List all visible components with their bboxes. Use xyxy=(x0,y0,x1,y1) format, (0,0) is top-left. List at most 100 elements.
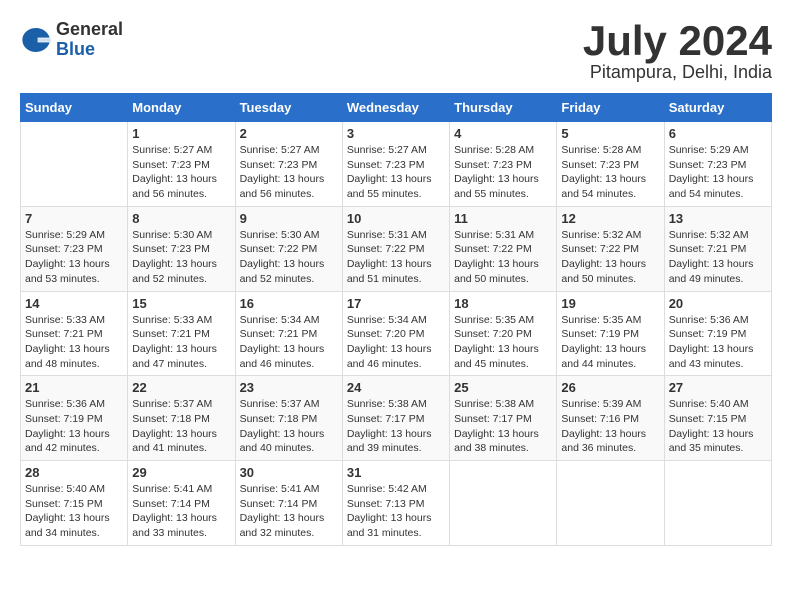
day-info: Sunrise: 5:37 AM Sunset: 7:18 PM Dayligh… xyxy=(240,397,338,456)
day-info: Sunrise: 5:28 AM Sunset: 7:23 PM Dayligh… xyxy=(454,143,552,202)
day-number: 3 xyxy=(347,126,445,141)
header-cell: Monday xyxy=(128,94,235,122)
day-number: 12 xyxy=(561,211,659,226)
logo-icon xyxy=(20,24,52,56)
day-number: 20 xyxy=(669,296,767,311)
day-number: 1 xyxy=(132,126,230,141)
header-cell: Tuesday xyxy=(235,94,342,122)
calendar-cell: 28Sunrise: 5:40 AM Sunset: 7:15 PM Dayli… xyxy=(21,461,128,546)
day-number: 31 xyxy=(347,465,445,480)
calendar-cell: 8 Sunrise: 5:30 AM Sunset: 7:23 PM Daylig… xyxy=(128,206,235,291)
day-info: Sunrise: 5:37 AM Sunset: 7:18 PM Dayligh… xyxy=(132,397,230,456)
calendar-cell: 11 Sunrise: 5:31 AM Sunset: 7:22 PM Dayli… xyxy=(450,206,557,291)
day-info: Sunrise: 5:27 AM Sunset: 7:23 PM Dayligh… xyxy=(240,143,338,202)
day-info: Sunrise: 5:35 AM Sunset: 7:20 PM Dayligh… xyxy=(454,313,552,372)
calendar-cell: 23 Sunrise: 5:37 AM Sunset: 7:18 PM Dayli… xyxy=(235,376,342,461)
day-number: 11 xyxy=(454,211,552,226)
calendar-cell: 31 Sunrise: 5:42 AM Sunset: 7:13 PM Dayli… xyxy=(342,461,449,546)
day-info: Sunrise: 5:32 AM Sunset: 7:21 PM Dayligh… xyxy=(669,228,767,287)
calendar-cell: 3 Sunrise: 5:27 AM Sunset: 7:23 PM Daylig… xyxy=(342,122,449,207)
day-info: Sunrise: 5:41 AM Sunset: 7:14 PM Dayligh… xyxy=(132,482,230,541)
logo-general: General xyxy=(56,20,123,40)
day-info: Sunrise: 5:38 AM Sunset: 7:17 PM Dayligh… xyxy=(347,397,445,456)
calendar-cell: 19 Sunrise: 5:35 AM Sunset: 7:19 PM Dayli… xyxy=(557,291,664,376)
day-info: Sunrise: 5:30 AM Sunset: 7:23 PM Dayligh… xyxy=(132,228,230,287)
logo: General Blue xyxy=(20,20,123,60)
day-info: Sunrise: 5:36 AM Sunset: 7:19 PM Dayligh… xyxy=(669,313,767,372)
calendar-cell xyxy=(450,461,557,546)
day-number: 15 xyxy=(132,296,230,311)
day-number: 2 xyxy=(240,126,338,141)
calendar-cell: 21 Sunrise: 5:36 AM Sunset: 7:19 PM Dayli… xyxy=(21,376,128,461)
calendar-cell: 15 Sunrise: 5:33 AM Sunset: 7:21 PM Dayli… xyxy=(128,291,235,376)
day-info: Sunrise: 5:28 AM Sunset: 7:23 PM Dayligh… xyxy=(561,143,659,202)
day-info: Sunrise: 5:33 AM Sunset: 7:21 PM Dayligh… xyxy=(25,313,123,372)
day-number: 13 xyxy=(669,211,767,226)
page-header: General Blue July 2024 Pitampura, Delhi,… xyxy=(20,20,772,83)
calendar-cell: 9 Sunrise: 5:30 AM Sunset: 7:22 PM Daylig… xyxy=(235,206,342,291)
day-info: Sunrise: 5:38 AM Sunset: 7:17 PM Dayligh… xyxy=(454,397,552,456)
day-info: Sunrise: 5:41 AM Sunset: 7:14 PM Dayligh… xyxy=(240,482,338,541)
day-number: 17 xyxy=(347,296,445,311)
day-number: 22 xyxy=(132,380,230,395)
calendar-week-row: 28Sunrise: 5:40 AM Sunset: 7:15 PM Dayli… xyxy=(21,461,772,546)
day-number: 23 xyxy=(240,380,338,395)
day-info: Sunrise: 5:34 AM Sunset: 7:20 PM Dayligh… xyxy=(347,313,445,372)
logo-blue: Blue xyxy=(56,40,123,60)
day-info: Sunrise: 5:40 AM Sunset: 7:15 PM Dayligh… xyxy=(669,397,767,456)
day-number: 14 xyxy=(25,296,123,311)
day-number: 24 xyxy=(347,380,445,395)
day-info: Sunrise: 5:27 AM Sunset: 7:23 PM Dayligh… xyxy=(347,143,445,202)
header-cell: Thursday xyxy=(450,94,557,122)
day-number: 18 xyxy=(454,296,552,311)
calendar-cell: 5 Sunrise: 5:28 AM Sunset: 7:23 PM Daylig… xyxy=(557,122,664,207)
day-number: 21 xyxy=(25,380,123,395)
calendar-cell xyxy=(21,122,128,207)
calendar-cell: 7 Sunrise: 5:29 AM Sunset: 7:23 PM Daylig… xyxy=(21,206,128,291)
calendar-header: SundayMondayTuesdayWednesdayThursdayFrid… xyxy=(21,94,772,122)
calendar-cell: 30 Sunrise: 5:41 AM Sunset: 7:14 PM Dayli… xyxy=(235,461,342,546)
day-number: 27 xyxy=(669,380,767,395)
day-info: Sunrise: 5:32 AM Sunset: 7:22 PM Dayligh… xyxy=(561,228,659,287)
calendar-week-row: 1 Sunrise: 5:27 AM Sunset: 7:23 PM Daylig… xyxy=(21,122,772,207)
calendar-cell: 14 Sunrise: 5:33 AM Sunset: 7:21 PM Dayli… xyxy=(21,291,128,376)
calendar-cell: 1 Sunrise: 5:27 AM Sunset: 7:23 PM Daylig… xyxy=(128,122,235,207)
day-number: 16 xyxy=(240,296,338,311)
day-number: 19 xyxy=(561,296,659,311)
day-info: Sunrise: 5:39 AM Sunset: 7:16 PM Dayligh… xyxy=(561,397,659,456)
day-number: 9 xyxy=(240,211,338,226)
day-number: 4 xyxy=(454,126,552,141)
day-info: Sunrise: 5:42 AM Sunset: 7:13 PM Dayligh… xyxy=(347,482,445,541)
calendar-cell: 12 Sunrise: 5:32 AM Sunset: 7:22 PM Dayli… xyxy=(557,206,664,291)
day-info: Sunrise: 5:35 AM Sunset: 7:19 PM Dayligh… xyxy=(561,313,659,372)
day-info: Sunrise: 5:29 AM Sunset: 7:23 PM Dayligh… xyxy=(669,143,767,202)
calendar-cell: 17 Sunrise: 5:34 AM Sunset: 7:20 PM Dayli… xyxy=(342,291,449,376)
calendar-cell: 18 Sunrise: 5:35 AM Sunset: 7:20 PM Dayli… xyxy=(450,291,557,376)
day-info: Sunrise: 5:30 AM Sunset: 7:22 PM Dayligh… xyxy=(240,228,338,287)
day-info: Sunrise: 5:33 AM Sunset: 7:21 PM Dayligh… xyxy=(132,313,230,372)
day-number: 8 xyxy=(132,211,230,226)
logo-text: General Blue xyxy=(56,20,123,60)
day-number: 25 xyxy=(454,380,552,395)
calendar-cell: 10Sunrise: 5:31 AM Sunset: 7:22 PM Dayli… xyxy=(342,206,449,291)
day-number: 28 xyxy=(25,465,123,480)
header-cell: Sunday xyxy=(21,94,128,122)
day-info: Sunrise: 5:36 AM Sunset: 7:19 PM Dayligh… xyxy=(25,397,123,456)
day-number: 7 xyxy=(25,211,123,226)
calendar-table: SundayMondayTuesdayWednesdayThursdayFrid… xyxy=(20,93,772,546)
day-info: Sunrise: 5:31 AM Sunset: 7:22 PM Dayligh… xyxy=(347,228,445,287)
day-info: Sunrise: 5:34 AM Sunset: 7:21 PM Dayligh… xyxy=(240,313,338,372)
day-number: 6 xyxy=(669,126,767,141)
day-info: Sunrise: 5:27 AM Sunset: 7:23 PM Dayligh… xyxy=(132,143,230,202)
calendar-cell xyxy=(557,461,664,546)
title-location: Pitampura, Delhi, India xyxy=(583,62,772,83)
title-month: July 2024 xyxy=(583,20,772,62)
day-info: Sunrise: 5:29 AM Sunset: 7:23 PM Dayligh… xyxy=(25,228,123,287)
calendar-cell: 16 Sunrise: 5:34 AM Sunset: 7:21 PM Dayli… xyxy=(235,291,342,376)
day-number: 30 xyxy=(240,465,338,480)
day-number: 29 xyxy=(132,465,230,480)
calendar-week-row: 21 Sunrise: 5:36 AM Sunset: 7:19 PM Dayli… xyxy=(21,376,772,461)
day-number: 5 xyxy=(561,126,659,141)
day-info: Sunrise: 5:31 AM Sunset: 7:22 PM Dayligh… xyxy=(454,228,552,287)
calendar-cell: 13 Sunrise: 5:32 AM Sunset: 7:21 PM Dayli… xyxy=(664,206,771,291)
